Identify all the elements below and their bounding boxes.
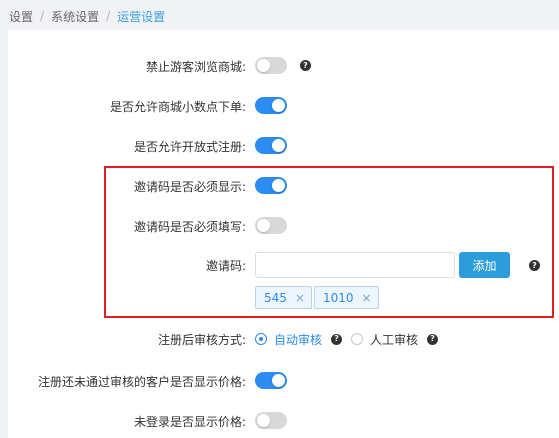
invite-required-switch[interactable] [255,217,287,234]
setting-row-unapproved-price: 注册还未通过审核的客户是否显示价格: [8,369,559,393]
tag-label: 1010 [323,290,354,305]
switch-knob [257,219,270,232]
switch-knob [272,139,285,152]
review-mode-radio-group: 自动审核 ? 人工审核 ? [255,327,439,351]
setting-row-invite-required: 邀请码是否必须填写: [8,214,559,238]
breadcrumb-separator: / [106,9,111,23]
settings-panel: 禁止游客浏览商城: ? 是否允许商城小数点下单: 是否允许开放式注册: 邀请码是… [8,30,559,438]
help-icon[interactable]: ? [529,260,540,271]
invite-show-label: 邀请码是否必须显示: [133,179,246,194]
invite-code-label: 邀请码: [205,258,246,273]
tag-remove-icon[interactable]: × [295,291,305,305]
setting-row-guest-browse: 禁止游客浏览商城: ? [8,54,559,78]
radio-auto-review[interactable] [255,333,267,345]
unapproved-price-label: 注册还未通过审核的客户是否显示价格: [37,374,246,389]
guest-price-label: 未登录是否显示价格: [133,414,246,429]
review-mode-label: 注册后审核方式: [157,332,246,347]
decimal-order-label: 是否允许商城小数点下单: [109,99,246,114]
invite-code-tag: 545 × [255,286,312,309]
guest-browse-label: 禁止游客浏览商城: [145,59,246,74]
invite-code-input[interactable] [255,252,455,278]
unapproved-price-switch[interactable] [255,372,287,389]
radio-manual-review-label[interactable]: 人工审核 [370,331,418,348]
help-icon[interactable]: ? [300,60,311,71]
decimal-order-switch[interactable] [255,97,287,114]
switch-knob [257,414,270,427]
add-invite-code-button[interactable]: 添加 [459,252,510,278]
switch-knob [272,179,285,192]
breadcrumb-separator: / [40,9,45,23]
breadcrumb-item-settings[interactable]: 设置 [9,8,33,25]
invite-required-label: 邀请码是否必须填写: [133,219,246,234]
breadcrumb-item-operation-settings: 运营设置 [117,9,166,24]
help-icon[interactable]: ? [331,333,343,345]
open-register-label: 是否允许开放式注册: [133,139,246,154]
help-icon[interactable]: ? [427,333,439,345]
open-register-switch[interactable] [255,137,287,154]
setting-row-guest-price: 未登录是否显示价格: [8,409,559,433]
tag-remove-icon[interactable]: × [362,291,372,305]
radio-auto-review-label[interactable]: 自动审核 [274,331,322,348]
switch-knob [257,59,270,72]
breadcrumb: 设置 / 系统设置 / 运营设置 [9,7,165,25]
setting-row-decimal-order: 是否允许商城小数点下单: [8,94,559,118]
invite-show-switch[interactable] [255,177,287,194]
setting-row-open-register: 是否允许开放式注册: [8,134,559,158]
breadcrumb-item-system-settings[interactable]: 系统设置 [51,8,99,25]
setting-row-invite-show: 邀请码是否必须显示: [8,174,559,198]
switch-knob [272,99,285,112]
setting-row-review-mode: 注册后审核方式: 自动审核 ? 人工审核 ? [8,327,559,351]
guest-browse-switch[interactable] [255,57,287,74]
guest-price-switch[interactable] [255,412,287,429]
invite-code-tag: 1010 × [314,286,379,309]
tag-label: 545 [264,290,287,305]
radio-manual-review[interactable] [351,333,364,345]
switch-knob [272,374,285,387]
